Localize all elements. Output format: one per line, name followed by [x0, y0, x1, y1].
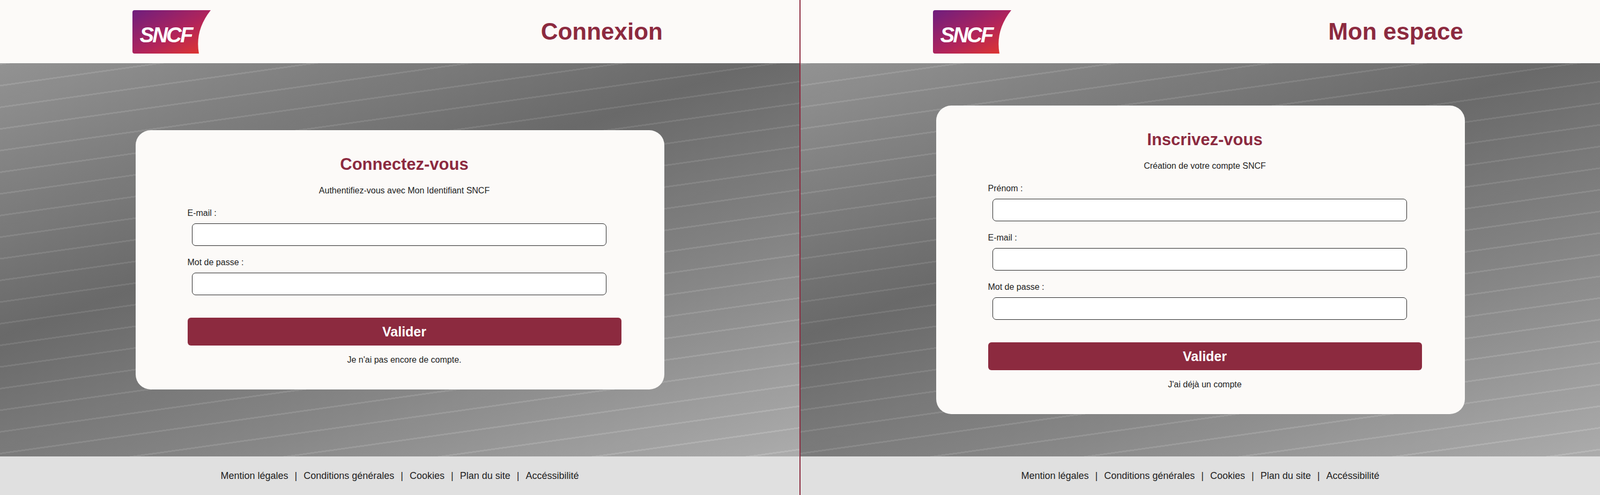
form-card: Inscrivez-vous Création de votre compte … — [936, 105, 1465, 415]
page: SNCF Connexion Connectez-vous Authentifi… — [0, 0, 800, 495]
footer-link[interactable]: Cookies — [1210, 470, 1246, 483]
form-field: E-mail : — [988, 233, 1422, 271]
form-field: E-mail : — [187, 208, 622, 247]
header: SNCF Mon espace — [800, 0, 1600, 64]
screen: SNCF Connexion Connectez-vous Authentifi… — [0, 0, 1600, 495]
footer-separator: | — [1201, 470, 1204, 483]
field-label: Mot de passe : — [988, 282, 1422, 293]
footer-link[interactable]: Cookies — [409, 470, 445, 483]
footer-link[interactable]: Mention légales — [220, 470, 288, 483]
footer-link[interactable]: Accéssibilité — [526, 470, 580, 483]
footer-separator: | — [1251, 470, 1255, 483]
page: SNCF Mon espace Inscrivez-vous Création … — [799, 0, 1600, 495]
submit-button[interactable]: Valider — [988, 342, 1422, 371]
footer-separator: | — [400, 470, 404, 483]
background-photo: Connectez-vous Authentifiez-vous avec Mo… — [0, 63, 800, 457]
header: SNCF Connexion — [0, 0, 800, 64]
switch-link[interactable]: Je n'ai pas encore de compte. — [187, 355, 622, 366]
submit-button[interactable]: Valider — [187, 317, 622, 346]
footer-separator: | — [450, 470, 454, 483]
text-input[interactable] — [992, 297, 1407, 321]
form-card: Connectez-vous Authentifiez-vous avec Mo… — [135, 130, 665, 390]
text-input[interactable] — [992, 248, 1407, 271]
field-label: E-mail : — [187, 208, 622, 219]
footer-separator: | — [516, 470, 520, 483]
footer-separator: | — [1317, 470, 1321, 483]
footer-separator: | — [294, 470, 298, 483]
card-heading: Inscrivez-vous — [988, 130, 1422, 150]
footer-link[interactable]: Accéssibilité — [1326, 470, 1380, 483]
page-title: Connexion — [541, 18, 663, 46]
form-field: Mot de passe : — [988, 282, 1422, 321]
footer-link[interactable]: Mention légales — [1020, 470, 1089, 483]
form-field: Mot de passe : — [187, 257, 622, 296]
footer-link[interactable]: Plan du site — [1260, 470, 1311, 483]
page-title: Mon espace — [1328, 18, 1464, 46]
switch-link[interactable]: J'ai déjà un compte — [988, 380, 1422, 390]
footer-link[interactable]: Conditions générales — [303, 470, 395, 483]
footer-separator: | — [1095, 470, 1099, 483]
form-field: Prénom : — [988, 183, 1422, 222]
field-label: Mot de passe : — [187, 257, 622, 268]
card-subtitle: Authentifiez-vous avec Mon Identifiant S… — [187, 186, 622, 196]
background-photo: Inscrivez-vous Création de votre compte … — [800, 63, 1600, 457]
svg-text:SNCF: SNCF — [940, 23, 995, 47]
text-input[interactable] — [191, 223, 607, 247]
text-input[interactable] — [992, 198, 1407, 222]
sncf-logo-icon[interactable]: SNCF — [130, 9, 218, 55]
footer: Mention légales | Conditions générales | C… — [800, 456, 1600, 495]
text-input[interactable] — [191, 272, 607, 296]
footer-link[interactable]: Plan du site — [460, 470, 511, 483]
footer-link[interactable]: Conditions générales — [1104, 470, 1195, 483]
sncf-logo-icon[interactable]: SNCF — [930, 9, 1018, 55]
card-heading: Connectez-vous — [187, 154, 622, 175]
field-label: Prénom : — [988, 183, 1422, 194]
footer: Mention légales | Conditions générales | C… — [0, 456, 800, 495]
card-subtitle: Création de votre compte SNCF — [988, 161, 1422, 172]
field-label: E-mail : — [988, 233, 1422, 243]
svg-text:SNCF: SNCF — [139, 23, 195, 47]
